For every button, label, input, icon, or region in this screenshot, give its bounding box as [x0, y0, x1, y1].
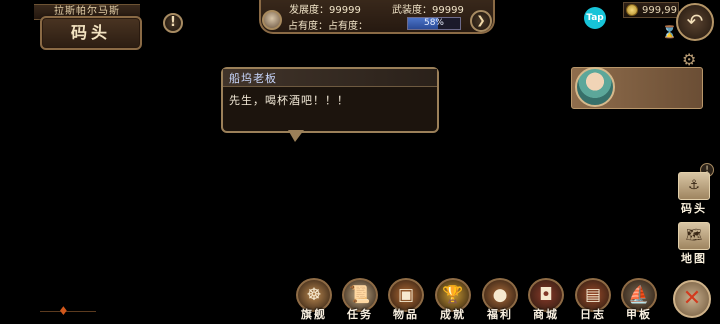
close-x-icon: ✕: [682, 286, 702, 311]
location-name-plaque[interactable]: 码头: [40, 16, 142, 50]
coin-icon: [626, 4, 638, 16]
menu-welfare[interactable]: ● 福利: [478, 278, 522, 322]
menu-achievements[interactable]: 🏆 成就: [431, 278, 475, 322]
alert-button[interactable]: !: [163, 13, 183, 33]
dialog-text: 先生，喝杯酒吧！！！: [229, 94, 349, 107]
menu-quests[interactable]: 📜 任务: [338, 278, 382, 322]
menu-label: 旗舰: [301, 308, 327, 321]
side-button-label: 地图: [681, 252, 707, 265]
exclamation-icon: !: [170, 15, 176, 30]
lantern-icon: ♦: [58, 304, 69, 318]
close-menu-button[interactable]: ✕: [673, 280, 711, 318]
menu-flagship[interactable]: ☸ 旗舰: [292, 278, 336, 322]
menu-items[interactable]: ▣ 物品: [384, 278, 428, 322]
back-button[interactable]: ↶: [676, 3, 714, 41]
menu-label: 甲板: [626, 308, 652, 321]
taptap-button[interactable]: Tap: [584, 7, 606, 29]
npc-portrait: [575, 67, 615, 107]
occupancy-bar: 58%: [407, 17, 461, 30]
return-arrow-icon: ↶: [686, 9, 704, 33]
player-avatar[interactable]: [262, 10, 282, 30]
side-button-map[interactable]: 🗺 地图: [676, 222, 712, 266]
dialog-tail: [288, 130, 304, 142]
armament-stat: 武装度：99999: [392, 5, 464, 16]
menu-label: 物品: [393, 308, 419, 321]
menu-deck[interactable]: ⛵ 甲板: [617, 278, 661, 322]
menu-label: 成就: [440, 308, 466, 321]
menu-label: 商城: [533, 308, 559, 321]
occupancy-label: 占有度：占有度：: [288, 21, 368, 32]
dialog-speaker: 船坞老板: [229, 72, 277, 85]
development-stat: 发展度：99999: [289, 5, 361, 16]
menu-label: 任务: [347, 308, 373, 321]
menu-label: 日志: [580, 308, 606, 321]
hourglass-icon: ⌛: [662, 25, 677, 39]
menu-log[interactable]: ▤ 日志: [571, 278, 615, 322]
menu-shop[interactable]: ◘ 商城: [524, 278, 568, 322]
chevron-down-icon: ❯: [476, 14, 486, 27]
occupancy-percent: 58%: [423, 18, 444, 28]
side-button-label: 码头: [681, 202, 707, 215]
map-icon: 🗺: [678, 222, 710, 250]
dock-icon: ⚓: [678, 172, 710, 200]
expand-stats-button[interactable]: ❯: [470, 10, 492, 32]
menu-label: 福利: [487, 308, 513, 321]
side-button-dock[interactable]: ⚓ 码头: [676, 172, 712, 216]
